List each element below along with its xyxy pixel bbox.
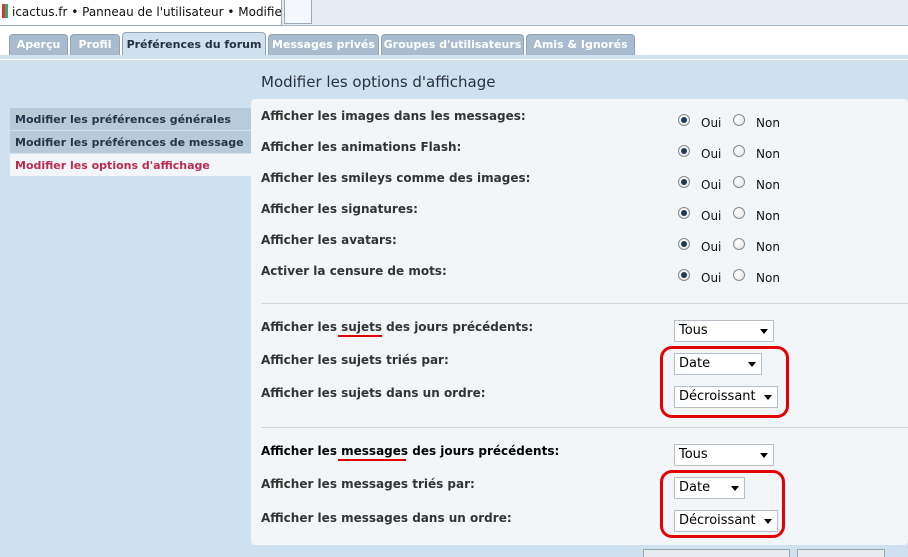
label-highlight-word: sujets xyxy=(341,320,382,334)
submit-button[interactable] xyxy=(643,549,790,557)
posts-order-label: Afficher les messages dans un ordre: xyxy=(261,511,512,525)
tab-amis-ignores[interactable]: Amis & Ignorés xyxy=(526,34,635,56)
tab-apercu[interactable]: Aperçu xyxy=(9,34,68,56)
radio-images-no[interactable] xyxy=(733,114,745,126)
tabbar-bottom-line xyxy=(0,55,908,59)
tab-groupes[interactable]: Groupes d'utilisateurs xyxy=(381,34,524,56)
option-label-censure: Activer la censure de mots: xyxy=(261,264,447,278)
radio-images-yes[interactable] xyxy=(678,114,690,126)
option-label-avatars: Afficher les avatars: xyxy=(261,233,397,247)
red-circle-annotation xyxy=(660,470,785,538)
sidebar-item-label: Modifier les options d'affichage xyxy=(15,159,210,172)
radio-yes-label: Oui xyxy=(701,147,722,161)
page-title: Modifier les options d'affichage xyxy=(261,73,496,91)
option-label-flash: Afficher les animations Flash: xyxy=(261,140,462,154)
radio-avatars-no[interactable] xyxy=(733,238,745,250)
select-value: Tous xyxy=(679,447,708,462)
radio-no-label: Non xyxy=(756,209,780,223)
radio-flash-no[interactable] xyxy=(733,145,745,157)
radio-signatures-no[interactable] xyxy=(733,207,745,219)
radio-yes-label: Oui xyxy=(701,209,722,223)
sidebar-item-label: Modifier les préférences générales xyxy=(15,113,231,126)
radio-no-label: Non xyxy=(756,240,780,254)
sidebar-item-message[interactable]: Modifier les préférences de message xyxy=(10,131,251,153)
label-text: des jours précédents: xyxy=(381,320,534,334)
option-label-images: Afficher les images dans les messages: xyxy=(261,109,526,123)
radio-no-label: Non xyxy=(756,147,780,161)
radio-smileys-yes[interactable] xyxy=(678,176,690,188)
posts-sort-label: Afficher les messages triés par: xyxy=(261,477,475,491)
tab-label: Messages privés xyxy=(272,38,375,51)
tab-label: Groupes d'utilisateurs xyxy=(383,38,522,51)
option-label-signatures: Afficher les signatures: xyxy=(261,202,418,216)
label-text: Afficher les xyxy=(261,320,342,334)
radio-censure-yes[interactable] xyxy=(678,269,690,281)
radio-yes-label: Oui xyxy=(701,178,722,192)
radio-yes-label: Oui xyxy=(701,116,722,130)
dropdown-arrow-icon xyxy=(760,453,768,458)
site-favicon-icon xyxy=(2,4,10,18)
section-divider xyxy=(261,427,908,428)
topics-days-label: Afficher les sujets des jours précédents… xyxy=(261,320,533,334)
tab-label: Amis & Ignorés xyxy=(533,38,628,51)
browser-tab-title: icactus.fr • Panneau de l'utilisateur • … xyxy=(12,5,282,19)
sidebar-item-general[interactable]: Modifier les préférences générales xyxy=(10,108,251,130)
section-divider xyxy=(261,303,908,304)
select-value: Tous xyxy=(679,323,708,338)
radio-no-label: Non xyxy=(756,178,780,192)
red-underline-annotation xyxy=(338,335,382,337)
radio-yes-label: Oui xyxy=(701,240,722,254)
tab-messages-prives[interactable]: Messages privés xyxy=(268,34,379,56)
tab-label: Aperçu xyxy=(16,38,61,51)
tab-label: Préférences du forum xyxy=(126,38,262,51)
label-highlight-word: messages xyxy=(341,444,409,458)
topics-sort-label: Afficher les sujets triés par: xyxy=(261,353,449,367)
posts-days-label: Afficher les messages des jours précéden… xyxy=(261,444,559,458)
radio-no-label: Non xyxy=(756,271,780,285)
radio-avatars-yes[interactable] xyxy=(678,238,690,250)
browser-tab[interactable]: icactus.fr • Panneau de l'utilisateur • … xyxy=(0,0,282,26)
radio-yes-label: Oui xyxy=(701,271,722,285)
new-tab-button[interactable] xyxy=(284,0,312,24)
dropdown-arrow-icon xyxy=(760,329,768,334)
browser-tab-strip: icactus.fr • Panneau de l'utilisateur • … xyxy=(0,0,908,26)
radio-flash-yes[interactable] xyxy=(678,145,690,157)
red-circle-annotation xyxy=(660,346,789,418)
tab-label: Profil xyxy=(78,38,112,51)
reset-button[interactable] xyxy=(797,549,885,557)
topics-days-select[interactable]: Tous xyxy=(674,320,774,342)
sidebar-item-display[interactable]: Modifier les options d'affichage xyxy=(10,154,251,176)
tab-profil[interactable]: Profil xyxy=(70,34,120,56)
sidebar-item-label: Modifier les préférences de message xyxy=(15,136,244,149)
posts-days-select[interactable]: Tous xyxy=(674,444,774,466)
radio-censure-no[interactable] xyxy=(733,269,745,281)
label-text: des jours précédents: xyxy=(408,444,560,458)
radio-smileys-no[interactable] xyxy=(733,176,745,188)
radio-signatures-yes[interactable] xyxy=(678,207,690,219)
radio-no-label: Non xyxy=(756,116,780,130)
option-label-smileys: Afficher les smileys comme des images: xyxy=(261,171,531,185)
label-text: Afficher les xyxy=(261,444,342,458)
red-underline-annotation xyxy=(338,459,406,461)
topics-order-label: Afficher les sujets dans un ordre: xyxy=(261,386,486,400)
